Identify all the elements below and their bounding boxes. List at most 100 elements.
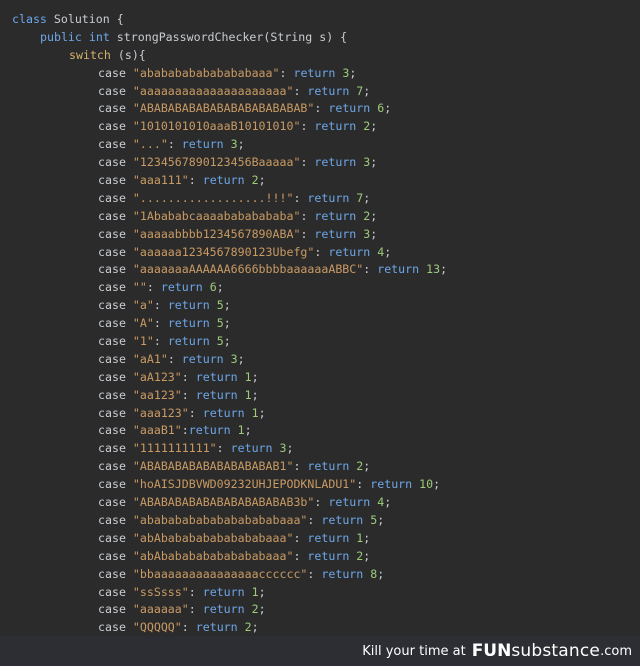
case-string-literal: "A"	[132, 316, 154, 331]
case-keyword: case	[98, 101, 126, 116]
return-value: 3	[279, 441, 287, 456]
case-string-literal: "abAbabababababababaaa"	[132, 530, 294, 545]
case-string-literal: "ABABABABABABABABABAB1"	[132, 459, 294, 474]
public-keyword: public	[40, 29, 82, 44]
return-value: 1	[356, 530, 364, 545]
case-keyword: case	[98, 566, 126, 581]
case-string-literal: "aaa111"	[132, 173, 189, 188]
return-keyword: return	[202, 173, 245, 188]
return-value: 7	[356, 83, 364, 98]
case-line: case "A": return 5;	[98, 316, 231, 331]
return-value: 13	[426, 262, 441, 277]
case-keyword: case	[98, 584, 126, 599]
return-value: 6	[377, 101, 385, 116]
return-value: 3	[230, 351, 238, 366]
class-keyword: class	[12, 12, 47, 26]
case-string-literal: "1111111111"	[132, 441, 217, 456]
return-value: 3	[363, 226, 371, 241]
case-string-literal: "aaaaabbbb1234567890ABA"	[132, 226, 301, 241]
case-list: case "ababababababababaaa": return 3; cas…	[0, 65, 640, 638]
case-keyword: case	[98, 423, 126, 438]
case-keyword: case	[98, 405, 126, 420]
case-line: case "aaaB1":return 1;	[98, 423, 252, 438]
case-keyword: case	[98, 83, 126, 98]
case-keyword: case	[98, 512, 126, 527]
case-string-literal: "ABABABABABABABABABABABAB"	[132, 101, 315, 116]
return-keyword: return	[181, 351, 224, 366]
case-line: case "QQQQQ": return 2;	[98, 620, 259, 635]
case-keyword: case	[98, 280, 126, 295]
return-keyword: return	[202, 405, 245, 420]
return-keyword: return	[230, 441, 273, 456]
case-line: case "ababababababababaaa": return 3;	[98, 65, 357, 80]
case-line: case "1010101010aaaB10101010": return 2;	[98, 119, 378, 134]
case-string-literal: "aA123"	[132, 369, 182, 384]
case-keyword: case	[98, 173, 126, 188]
footer-tagline: Kill your time at	[362, 643, 466, 659]
footer-brand-fun: FUN	[471, 641, 512, 661]
case-keyword: case	[98, 190, 126, 205]
return-keyword: return	[321, 512, 364, 527]
return-value: 2	[244, 620, 252, 635]
case-string-literal: "aaaaaaaaaaaaaaaaaaaaa"	[132, 83, 294, 98]
case-line: case "aaaaaa": return 2;	[98, 602, 266, 617]
case-string-literal: "QQQQQ"	[132, 620, 182, 635]
return-value: 2	[363, 119, 371, 134]
return-keyword: return	[314, 208, 357, 223]
case-line: case "1111111111": return 3;	[98, 441, 294, 456]
code-editor: class Solution { public int strongPasswo…	[0, 0, 640, 636]
class-declaration-line: class Solution {	[0, 11, 640, 29]
case-keyword: case	[98, 620, 126, 635]
return-value: 1	[237, 423, 245, 438]
case-keyword: case	[98, 262, 126, 277]
case-keyword: case	[98, 155, 126, 170]
case-line: case "ssSsss": return 1;	[98, 584, 266, 599]
class-name-text: Solution {	[46, 12, 124, 26]
return-value: 4	[377, 495, 385, 510]
case-line: case "a": return 5;	[98, 298, 231, 313]
return-keyword: return	[195, 387, 238, 402]
case-keyword: case	[98, 495, 126, 510]
return-keyword: return	[307, 530, 350, 545]
return-value: 2	[251, 602, 259, 617]
return-keyword: return	[314, 226, 357, 241]
case-line: case "ababababababababababaaa": return 5…	[98, 512, 385, 527]
method-signature-text: strongPasswordChecker(String s) {	[109, 29, 348, 44]
return-value: 1	[244, 369, 252, 384]
case-line: case "aaaaaa1234567890123Ubefg": return …	[98, 244, 392, 259]
case-keyword: case	[98, 369, 126, 384]
case-string-literal: ""	[132, 280, 147, 295]
case-keyword: case	[98, 244, 126, 259]
switch-expression-text: (s){	[110, 47, 146, 62]
case-string-literal: "aA1"	[132, 351, 168, 366]
return-value: 2	[363, 208, 371, 223]
return-keyword: return	[195, 369, 238, 384]
case-string-literal: "1234567890123456Baaaaa"	[132, 155, 301, 170]
case-string-literal: "abAbabababababababaaa"	[132, 548, 294, 563]
return-value: 5	[370, 512, 378, 527]
case-line: case "abAbabababababababaaa": return 2;	[98, 548, 371, 563]
return-keyword: return	[188, 423, 231, 438]
return-keyword: return	[328, 101, 371, 116]
case-line: case "ABABABABABABABABABABAB3b": return …	[98, 495, 392, 510]
case-line: case "aA1": return 3;	[98, 351, 245, 366]
case-line: case "abAbabababababababaaa": return 1;	[98, 530, 371, 545]
return-keyword: return	[307, 190, 350, 205]
case-keyword: case	[98, 477, 126, 492]
int-keyword: int	[88, 29, 110, 44]
return-keyword: return	[167, 334, 210, 349]
case-keyword: case	[98, 119, 126, 134]
return-value: 1	[251, 584, 259, 599]
return-keyword: return	[370, 477, 413, 492]
return-keyword: return	[181, 137, 224, 152]
case-keyword: case	[98, 316, 126, 331]
return-value: 3	[342, 65, 350, 80]
return-keyword: return	[307, 548, 350, 563]
case-line: case "1234567890123456Baaaaa": return 3;	[98, 155, 378, 170]
case-line: case "aaa123": return 1;	[98, 405, 266, 420]
return-keyword: return	[167, 298, 210, 313]
footer-brand-tld: .com	[600, 643, 632, 659]
case-line: case "1": return 5;	[98, 334, 231, 349]
case-string-literal: "ababababababababababaaa"	[132, 512, 308, 527]
case-line: case "..................!!!": return 7;	[98, 190, 371, 205]
